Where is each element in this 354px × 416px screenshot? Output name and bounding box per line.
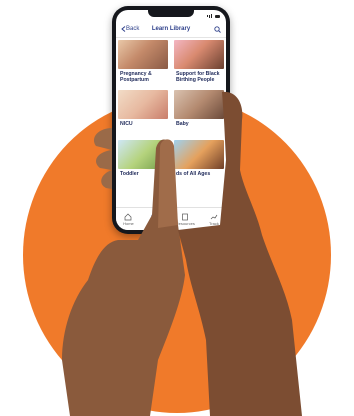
right-hand: [178, 91, 302, 416]
right-hand-fingers: [93, 128, 112, 189]
pointing-finger: [158, 139, 178, 228]
hands-illustration: [62, 91, 302, 416]
